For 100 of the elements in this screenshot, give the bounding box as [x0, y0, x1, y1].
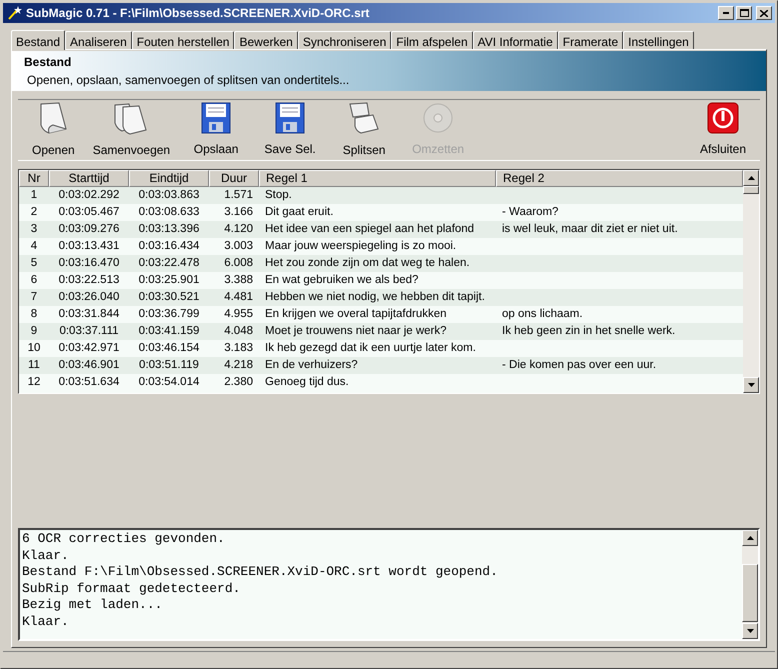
minimize-button[interactable] [718, 6, 734, 20]
log-line: Klaar. [22, 548, 70, 564]
log-line: Klaar. [22, 614, 70, 630]
table-cell: 2 [30, 206, 38, 218]
tab[interactable]: Analiseren [65, 31, 132, 49]
table-cell: 12 [28, 376, 40, 388]
table-cell: 0:03:42.971 [58, 342, 120, 354]
table-cell: 6.008 [224, 257, 253, 269]
table-cell: En wat gebruiken we als bed? [265, 274, 418, 286]
tab[interactable]: Synchroniseren [298, 31, 392, 49]
table-cell: Dit gaat eruit. [265, 206, 334, 218]
table-cell: Hebben we niet nodig, we hebben dit tapijt. [265, 291, 485, 303]
table-cell: Ik heb geen zin in het snelle werk. [502, 325, 676, 337]
close-button[interactable] [756, 6, 772, 20]
table-cell: 3.183 [224, 342, 253, 354]
table-cell: 0:03:03.863 [138, 189, 200, 201]
table-cell: En krijgen we overal tapijtafdrukken [265, 308, 447, 320]
maximize-button[interactable] [736, 6, 752, 20]
toolbar-button[interactable]: Splitsen [334, 101, 394, 159]
maximize-icon [740, 9, 748, 17]
close-icon [760, 10, 768, 16]
table-cell: 0:03:16.470 [58, 257, 120, 269]
header-title: Bestand [24, 54, 72, 71]
vertical-scrollbar[interactable] [743, 170, 759, 393]
documents-icon [113, 101, 150, 135]
table-cell: 0:03:05.467 [58, 206, 120, 218]
log-line: Bezig met laden... [22, 597, 164, 614]
table-cell: 3.003 [224, 240, 253, 252]
table-cell: op ons lichaam. [502, 308, 583, 320]
table-cell: 0:03:13.396 [138, 223, 200, 235]
table-cell: 3.388 [224, 274, 253, 286]
table-cell: 0:03:54.014 [138, 376, 200, 388]
column-header[interactable]: Regel 1 [259, 170, 496, 187]
column-header[interactable]: Starttijd [49, 170, 129, 187]
split-pages-icon [347, 101, 382, 135]
toolbar-button[interactable]: Afsluiten [698, 102, 748, 158]
table-cell: 6 [30, 274, 38, 286]
table-cell: 0:03:46.901 [58, 359, 120, 371]
table-cell: 5 [30, 257, 38, 269]
tab[interactable]: AVI Informatie [472, 31, 558, 49]
table-cell: 3 [30, 223, 38, 235]
table-cell: Stop. [265, 189, 292, 201]
column-header[interactable]: Regel 2 [496, 170, 743, 187]
table-cell: - Die komen pas over een uur. [502, 359, 656, 371]
table-cell: 4 [30, 240, 38, 252]
tab[interactable]: Film afspelen [391, 31, 473, 49]
table-cell: 7 [30, 291, 38, 303]
table-cell: 0:03:02.292 [58, 189, 120, 201]
table-cell: 0:03:09.276 [58, 223, 120, 235]
wand-icon [6, 5, 22, 21]
toolbar-button[interactable]: Samenvoegen [90, 101, 172, 159]
table-cell: 4.955 [224, 308, 253, 320]
window-title: SubMagic 0.71 - F:\Film\Obsessed.SCREENER.XviD-ORC.srt [26, 5, 370, 22]
log-line: Bestand F:\Film\Obsessed.SCREENER.XviD-ORC.srt wordt geopend. [22, 564, 499, 580]
column-header[interactable]: Nr [19, 170, 49, 187]
table-cell: 11 [28, 359, 40, 371]
scroll-thumb[interactable] [742, 564, 758, 622]
log-line: 6 OCR correcties gevonden. [22, 531, 226, 548]
table-cell: 4.120 [224, 223, 253, 235]
tab[interactable]: Bewerken [234, 31, 298, 49]
toolbar-button[interactable]: Openen [30, 101, 77, 159]
table-cell: Maar jouw weerspiegeling is zo mooi. [265, 240, 456, 252]
table-cell: 10 [28, 342, 40, 354]
tab[interactable]: Bestand [11, 30, 66, 50]
table-cell: 9 [30, 325, 38, 337]
table-cell: 0:03:22.513 [58, 274, 120, 286]
table-cell: 0:03:13.431 [58, 240, 120, 252]
table-cell: Genoeg tijd dus. [265, 376, 349, 388]
table-cell: 0:03:16.434 [138, 240, 200, 252]
vertical-scrollbar[interactable] [742, 530, 758, 639]
table-cell: 0:03:41.159 [138, 325, 200, 337]
header-subtitle: Openen, opslaan, samenvoegen of splitsen van ondertitels... [26, 72, 350, 89]
toolbar-button[interactable]: Opslaan [186, 102, 246, 158]
column-header[interactable]: Duur [209, 170, 259, 187]
up-arrow-icon [748, 176, 754, 180]
table-cell: 1 [30, 189, 38, 201]
tab[interactable]: Fouten herstellen [132, 31, 234, 49]
table-cell: 0:03:36.799 [138, 308, 200, 320]
table-cell: 0:03:25.901 [138, 274, 200, 286]
down-arrow-icon [746, 629, 754, 633]
power-icon [706, 102, 739, 134]
column-header[interactable]: Eindtijd [129, 170, 209, 187]
scroll-up-button[interactable] [742, 530, 758, 546]
table-cell: 0:03:26.040 [58, 291, 120, 303]
table-cell: 0:03:46.154 [138, 342, 200, 354]
table-cell: 8 [30, 308, 38, 320]
tab[interactable]: Instellingen [623, 31, 694, 49]
table-cell: - Waarom? [502, 206, 558, 218]
table-cell: 0:03:31.844 [58, 308, 120, 320]
scroll-down-button[interactable] [742, 623, 758, 639]
disc-icon [422, 102, 454, 134]
minimize-icon [723, 12, 729, 14]
scroll-up-button[interactable] [743, 170, 759, 186]
table-cell: 4.218 [224, 359, 253, 371]
toolbar-button[interactable]: Save Sel. [260, 102, 320, 158]
scroll-thumb[interactable] [743, 186, 759, 194]
tab[interactable]: Framerate [558, 31, 624, 49]
down-arrow-icon [748, 383, 754, 387]
scroll-down-button[interactable] [743, 377, 759, 393]
log-line: SubRip formaat gedetecteerd. [22, 580, 242, 597]
